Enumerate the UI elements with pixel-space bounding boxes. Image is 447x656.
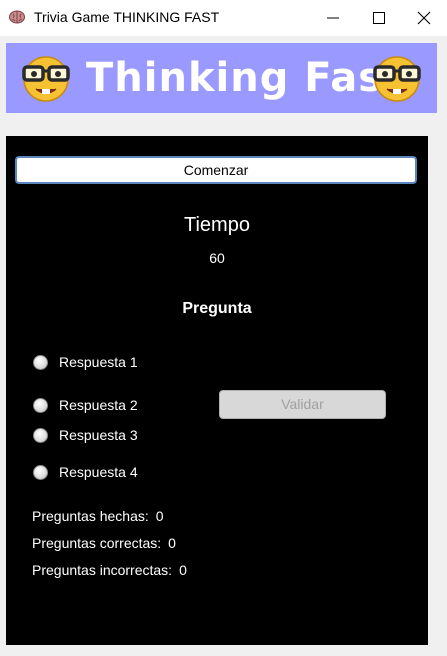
answer-label: Respuesta 1 (59, 354, 138, 370)
close-icon (417, 11, 431, 25)
time-value: 60 (209, 250, 225, 266)
answer-label: Respuesta 2 (59, 397, 138, 413)
questions-asked-label: Preguntas hechas: (32, 508, 149, 524)
close-button[interactable] (401, 0, 447, 36)
window-title: Trivia Game THINKING FAST (34, 9, 220, 25)
minimize-button[interactable] (310, 0, 356, 36)
radio-button[interactable] (33, 428, 48, 443)
questions-wrong-value: 0 (179, 562, 187, 578)
radio-button[interactable] (33, 355, 48, 370)
questions-wrong-stat: Preguntas incorrectas: 0 (32, 562, 187, 578)
nerd-face-icon (22, 56, 70, 102)
banner: Thinking Fast (6, 43, 437, 113)
answer-label: Respuesta 4 (59, 464, 138, 480)
radio-button[interactable] (33, 465, 48, 480)
questions-correct-stat: Preguntas correctas: 0 (32, 535, 176, 551)
minimize-icon (327, 17, 339, 19)
question-text: Pregunta (182, 300, 252, 317)
time-label: Tiempo (184, 214, 250, 236)
validate-button[interactable]: Validar (219, 390, 386, 419)
title-bar: Trivia Game THINKING FAST (0, 0, 447, 36)
nerd-face-icon (373, 56, 421, 102)
game-panel: Comenzar Tiempo 60 Pregunta Respuesta 1 … (6, 136, 428, 645)
questions-correct-label: Preguntas correctas: (32, 535, 162, 551)
maximize-button[interactable] (356, 0, 402, 36)
radio-button[interactable] (33, 398, 48, 413)
answer-label: Respuesta 3 (59, 427, 138, 443)
brain-icon (9, 10, 25, 24)
questions-asked-value: 0 (155, 508, 164, 524)
maximize-icon (373, 12, 385, 24)
questions-asked-stat: Preguntas hechas: 0 (32, 508, 164, 524)
start-button[interactable]: Comenzar (15, 156, 417, 184)
questions-correct-value: 0 (168, 535, 176, 551)
questions-wrong-label: Preguntas incorrectas: (32, 562, 173, 578)
banner-title: Thinking Fast (86, 55, 404, 101)
